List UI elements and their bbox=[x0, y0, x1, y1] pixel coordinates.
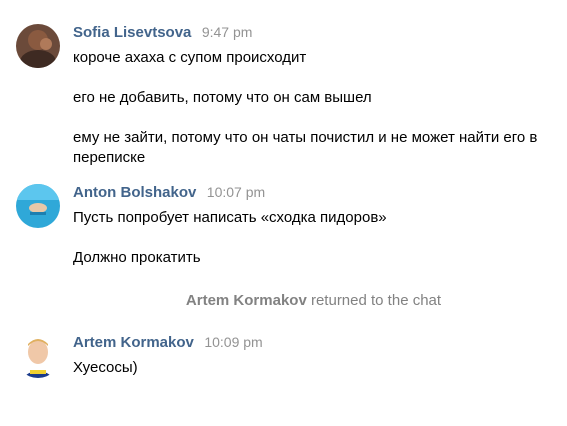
author-name[interactable]: Sofia Lisevtsova bbox=[73, 24, 191, 41]
message-text: Хуесосы) bbox=[73, 359, 138, 376]
avatar[interactable] bbox=[16, 24, 60, 68]
avatar[interactable] bbox=[16, 334, 60, 378]
avatar[interactable] bbox=[16, 184, 60, 228]
message-time[interactable]: 10:09 pm bbox=[204, 334, 262, 350]
message-text: ему не зайти, потому что он чаты почисти… bbox=[73, 129, 538, 166]
message-header: Anton Bolshakov 10:07 pm bbox=[73, 184, 265, 204]
message-group: Sofia Lisevtsova 9:47 pm короче ахаха с … bbox=[0, 24, 567, 174]
service-message: Artem Kormakov returned to the chat bbox=[0, 292, 567, 309]
message-group: Artem Kormakov 10:09 pm Хуесосы) bbox=[0, 334, 567, 384]
message-text: Пусть попробует написать «сходка пидоров… bbox=[73, 209, 387, 226]
message-header: Sofia Lisevtsova 9:47 pm bbox=[73, 24, 252, 44]
message-text: короче ахаха с супом происходит bbox=[73, 49, 307, 66]
message-group: Anton Bolshakov 10:07 pm Пусть попробует… bbox=[0, 184, 567, 274]
author-name[interactable]: Anton Bolshakov bbox=[73, 184, 196, 201]
message-text: его не добавить, потому что он сам вышел bbox=[73, 89, 372, 106]
service-action-text: returned to the chat bbox=[310, 292, 442, 309]
message-text: Должно прокатить bbox=[73, 249, 201, 266]
message-time[interactable]: 9:47 pm bbox=[202, 24, 253, 40]
service-user-link[interactable]: Artem Kormakov bbox=[186, 292, 307, 309]
message-time[interactable]: 10:07 pm bbox=[207, 184, 265, 200]
author-name[interactable]: Artem Kormakov bbox=[73, 334, 194, 351]
message-header: Artem Kormakov 10:09 pm bbox=[73, 334, 263, 354]
